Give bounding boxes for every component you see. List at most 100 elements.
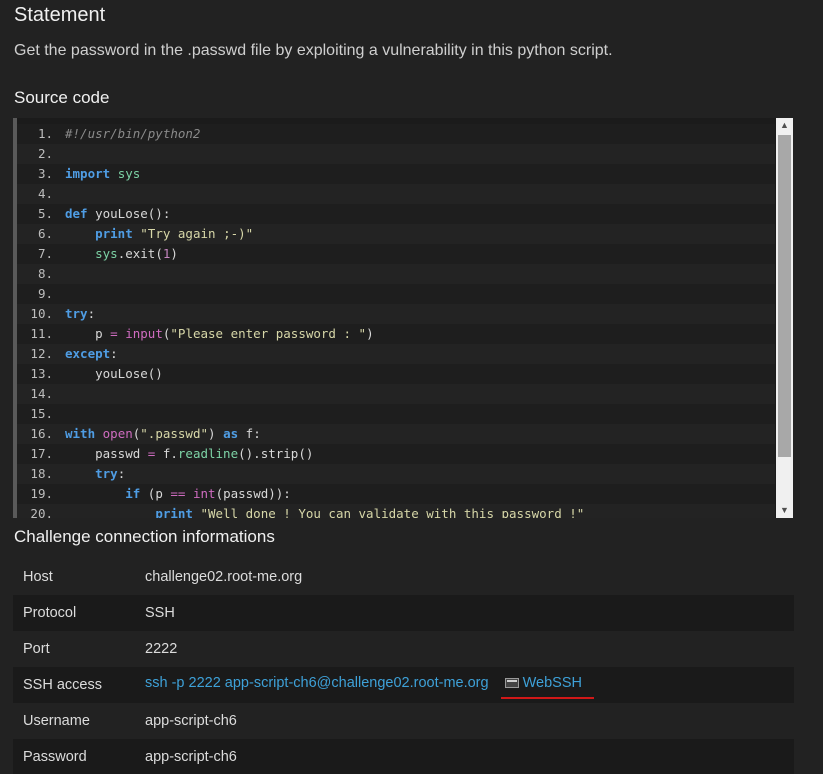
code-token: youLose():	[87, 206, 171, 221]
line-number: 11.	[30, 326, 53, 341]
line-number: 4.	[37, 186, 53, 201]
code-token: :	[110, 346, 118, 361]
code-token: readline	[177, 446, 239, 461]
code-line: 1. #!/usr/bin/python2	[17, 124, 775, 144]
code-token: )	[208, 426, 224, 441]
line-number: 1.	[37, 126, 53, 141]
code-token: int	[192, 486, 216, 501]
connection-heading: Challenge connection informations	[14, 527, 275, 546]
code-token: youLose()	[65, 366, 163, 381]
statement-heading: Statement	[14, 4, 106, 26]
code-token: as	[223, 426, 239, 441]
code-token: "Well done ! You can validate with this …	[200, 506, 585, 518]
line-number: 6.	[37, 226, 53, 241]
row-label: Username	[23, 713, 90, 729]
code-line: 16. with open(".passwd") as f:	[17, 424, 775, 444]
line-number: 7.	[37, 246, 53, 261]
code-text: except:	[61, 344, 775, 364]
code-line: 12. except:	[17, 344, 775, 364]
line-number: 13.	[30, 366, 53, 381]
table-row-host: Host challenge02.root-me.org	[13, 559, 794, 595]
code-text: sys.exit(1)	[61, 244, 775, 264]
connection-table: Host challenge02.root-me.org Protocol SS…	[13, 559, 794, 774]
code-token: .exit(	[117, 246, 163, 261]
code-text: p = input("Please enter password : ")	[61, 324, 775, 344]
table-row-protocol: Protocol SSH	[13, 595, 794, 631]
line-number: 16.	[30, 426, 53, 441]
code-token: open	[102, 426, 133, 441]
code-line: 19. if (p == int(passwd)):	[17, 484, 775, 504]
ssh-command-link[interactable]: ssh -p 2222 app-script-ch6@challenge02.r…	[145, 675, 489, 691]
code-line: 13. youLose()	[17, 364, 775, 384]
code-token: :	[87, 306, 96, 321]
code-token: ==	[170, 486, 186, 501]
code-line: 4.	[17, 184, 775, 204]
code-token: sys	[95, 246, 118, 261]
code-token: try	[95, 466, 118, 481]
code-line: 7. sys.exit(1)	[17, 244, 775, 264]
code-text: print "Well done ! You can validate with…	[61, 504, 775, 518]
code-token: )	[366, 326, 374, 341]
code-token: print	[95, 226, 133, 241]
code-token: passwd	[65, 446, 148, 461]
code-token: "Try again ;-)"	[140, 226, 254, 241]
code-text: print "Try again ;-)"	[61, 224, 775, 244]
line-number: 10.	[30, 306, 53, 321]
code-token: )	[170, 246, 178, 261]
code-token: (p	[140, 486, 171, 501]
triangle-up-icon[interactable]: ▲	[776, 118, 793, 133]
line-number: 14.	[30, 386, 53, 401]
code-token: sys	[117, 166, 141, 181]
code-text: youLose()	[61, 364, 775, 384]
code-line: 9.	[17, 284, 775, 304]
line-number: 2.	[37, 146, 53, 161]
code-token: =	[110, 326, 118, 341]
source-code-heading: Source code	[14, 88, 110, 107]
line-number: 3.	[37, 166, 53, 181]
code-line: 18. try:	[17, 464, 775, 484]
code-line: 3. import sys	[17, 164, 775, 184]
triangle-down-icon[interactable]: ▼	[776, 503, 793, 518]
code-line: 20. print "Well done ! You can validate …	[17, 504, 775, 518]
table-row-password: Password app-script-ch6	[13, 739, 794, 774]
code-text: if (p == int(passwd)):	[61, 484, 775, 504]
code-line: 6. print "Try again ;-)"	[17, 224, 775, 244]
code-token: "Please enter password : "	[170, 326, 367, 341]
table-row-username: Username app-script-ch6	[13, 703, 794, 739]
row-value: app-script-ch6	[145, 713, 237, 729]
code-token: p	[65, 326, 111, 341]
code-token: (passwd)):	[215, 486, 291, 501]
code-text: #!/usr/bin/python2	[61, 124, 775, 144]
row-value: app-script-ch6	[145, 749, 237, 765]
code-token: if	[125, 486, 141, 501]
code-token: ().strip()	[238, 446, 314, 461]
code-token: try	[65, 306, 88, 321]
row-label: Protocol	[23, 605, 77, 621]
row-label: Host	[23, 569, 53, 585]
code-text: try:	[61, 464, 775, 484]
webssh-link[interactable]: WebSSH	[500, 675, 595, 699]
row-value: ssh -p 2222 app-script-ch6@challenge02.r…	[144, 667, 794, 703]
line-number: 15.	[30, 406, 53, 421]
webssh-label: WebSSH	[522, 675, 582, 691]
code-token: with	[65, 426, 96, 441]
code-text: def youLose():	[61, 204, 775, 224]
source-code-viewer[interactable]: 1. #!/usr/bin/python2 2. 3. import sys 4. 5. de…	[13, 118, 793, 518]
code-text: try:	[61, 304, 775, 324]
code-scrollbar[interactable]: ▲ ▼	[776, 118, 793, 518]
code-token: f.	[155, 446, 178, 461]
code-token: import	[65, 166, 111, 181]
code-token: def	[65, 206, 88, 221]
row-value: challenge02.root-me.org	[145, 569, 303, 585]
line-number: 8.	[37, 266, 53, 281]
scrollbar-thumb[interactable]	[778, 135, 791, 457]
